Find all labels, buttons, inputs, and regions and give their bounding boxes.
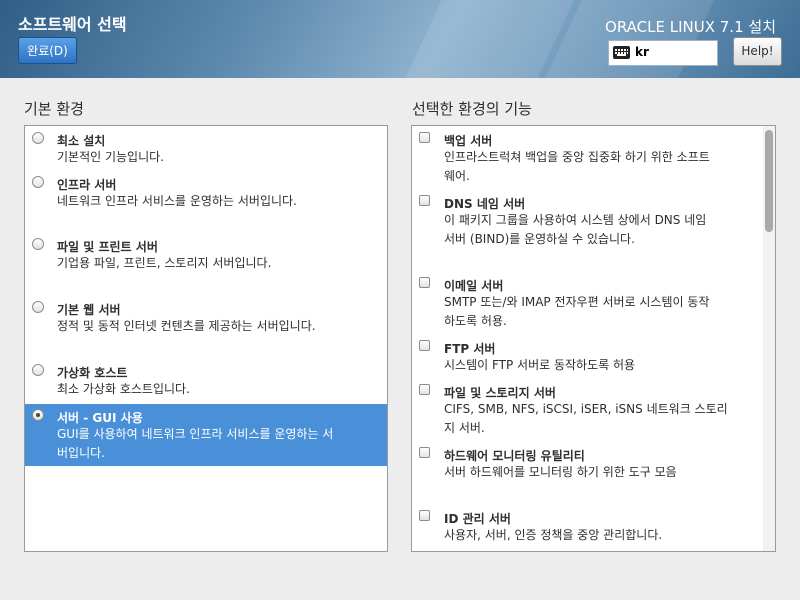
help-button[interactable]: Help! <box>733 37 782 66</box>
addon-item[interactable]: ID 관리 서버 사용자, 서버, 인증 정책을 중앙 관리합니다. <box>412 504 775 551</box>
radio-button[interactable] <box>32 238 44 250</box>
addon-name: 하드웨어 모니터링 유틸리티 <box>444 449 585 463</box>
page-title: 소프트웨어 선택 <box>18 15 127 34</box>
addon-name: 이메일 서버 <box>444 279 504 293</box>
keyboard-icon <box>613 46 630 59</box>
addon-desc: 서버 (BIND)를 운영하실 수 있습니다. <box>444 232 635 246</box>
addon-item[interactable]: DNS 네임 서버 이 패키지 그룹을 사용하여 시스템 상에서 DNS 네임 … <box>412 189 775 267</box>
environment-desc: 버입니다. <box>57 446 105 460</box>
addon-desc: 하도록 허용. <box>444 314 507 328</box>
environment-desc: 최소 가상화 호스트입니다. <box>57 382 190 396</box>
environment-desc: 기본적인 기능입니다. <box>57 150 164 164</box>
addon-desc: 지 서버. <box>444 421 485 435</box>
environment-item[interactable]: 최소 설치 기본적인 기능입니다. <box>25 126 387 170</box>
addon-item[interactable]: 파일 및 스토리지 서버 CIFS, SMB, NFS, iSCSI, iSER… <box>412 378 775 440</box>
environment-desc: 네트워크 인프라 서비스를 운영하는 서버입니다. <box>57 194 297 208</box>
addon-name: 파일 및 스토리지 서버 <box>444 386 556 400</box>
addon-desc: 웨어. <box>444 169 470 183</box>
addon-checkbox[interactable] <box>419 510 430 521</box>
environment-name: 인프라 서버 <box>57 178 117 192</box>
addon-desc: 사용자, 서버, 인증 정책을 중앙 관리합니다. <box>444 528 663 542</box>
scrollbar-thumb[interactable] <box>765 130 773 232</box>
environment-item[interactable]: 파일 및 프린트 서버 기업용 파일, 프린트, 스토리지 서버입니다. <box>25 232 387 294</box>
addon-item[interactable]: 백업 서버 인프라스트럭쳐 백업을 중앙 집중화 하기 위한 소프트 웨어. <box>412 126 775 188</box>
keyboard-layout-indicator[interactable]: kr <box>608 40 718 66</box>
radio-button[interactable] <box>32 301 44 313</box>
addon-checkbox[interactable] <box>419 195 430 206</box>
radio-button-selected[interactable] <box>32 409 44 421</box>
environment-name: 파일 및 프린트 서버 <box>57 240 158 254</box>
header-decoration <box>383 0 577 78</box>
addon-desc: CIFS, SMB, NFS, iSCSI, iSER, iSNS 네트워크 스… <box>444 402 728 416</box>
radio-button[interactable] <box>32 364 44 376</box>
addon-name: FTP 서버 <box>444 342 496 356</box>
addon-name: DNS 네임 서버 <box>444 197 526 211</box>
environment-name: 최소 설치 <box>57 134 106 148</box>
addon-name: 백업 서버 <box>444 134 493 148</box>
addon-desc: 인프라스트럭쳐 백업을 중앙 집중화 하기 위한 소프트 <box>444 150 710 164</box>
addon-checkbox[interactable] <box>419 340 430 351</box>
addon-desc: 서버 하드웨어를 모니터링 하기 위한 도구 모음 <box>444 465 677 479</box>
environment-item-selected[interactable]: 서버 - GUI 사용 GUI를 사용하여 네트워크 인프라 서비스를 운영하는… <box>25 404 387 466</box>
environment-name: 가상화 호스트 <box>57 366 128 380</box>
addon-desc: 이 패키지 그룹을 사용하여 시스템 상에서 DNS 네임 <box>444 213 707 227</box>
environment-item[interactable]: 기본 웹 서버 정적 및 동적 인터넷 컨텐츠를 제공하는 서버입니다. <box>25 294 387 356</box>
environment-name: 기본 웹 서버 <box>57 303 121 317</box>
addon-desc: 시스템이 FTP 서버로 동작하도록 허용 <box>444 358 636 372</box>
addons-title: 선택한 환경의 기능 <box>412 100 532 118</box>
environment-item[interactable]: 가상화 호스트 최소 가상화 호스트입니다. <box>25 357 387 403</box>
done-button[interactable]: 완료(D) <box>18 37 77 64</box>
base-environment-title: 기본 환경 <box>24 100 84 118</box>
keyboard-layout-label: kr <box>635 45 649 59</box>
environment-desc: 기업용 파일, 프린트, 스토리지 서버입니다. <box>57 256 272 270</box>
environment-item[interactable]: 인프라 서버 네트워크 인프라 서비스를 운영하는 서버입니다. <box>25 170 387 232</box>
addon-checkbox[interactable] <box>419 384 430 395</box>
addons-scrollbar[interactable] <box>763 126 775 551</box>
addon-name: ID 관리 서버 <box>444 512 511 526</box>
addon-item[interactable]: 이메일 서버 SMTP 또는/와 IMAP 전자우편 서버로 시스템이 동작 하… <box>412 271 775 333</box>
header-bar: 소프트웨어 선택 완료(D) ORACLE LINUX 7.1 설치 kr He… <box>0 0 800 78</box>
radio-button[interactable] <box>32 176 44 188</box>
addon-checkbox[interactable] <box>419 132 430 143</box>
addon-item[interactable]: 하드웨어 모니터링 유틸리티 서버 하드웨어를 모니터링 하기 위한 도구 모음 <box>412 441 775 503</box>
environment-name: 서버 - GUI 사용 <box>57 411 143 425</box>
addons-list: 백업 서버 인프라스트럭쳐 백업을 중앙 집중화 하기 위한 소프트 웨어. D… <box>411 125 776 552</box>
product-title: ORACLE LINUX 7.1 설치 <box>605 18 776 36</box>
base-environment-list: 최소 설치 기본적인 기능입니다. 인프라 서버 네트워크 인프라 서비스를 운… <box>24 125 388 552</box>
addon-checkbox[interactable] <box>419 277 430 288</box>
environment-desc: 정적 및 동적 인터넷 컨텐츠를 제공하는 서버입니다. <box>57 319 316 333</box>
addon-item[interactable]: FTP 서버 시스템이 FTP 서버로 동작하도록 허용 <box>412 334 775 378</box>
addon-checkbox[interactable] <box>419 447 430 458</box>
addon-desc: SMTP 또는/와 IMAP 전자우편 서버로 시스템이 동작 <box>444 295 710 309</box>
radio-button[interactable] <box>32 132 44 144</box>
environment-desc: GUI를 사용하여 네트워크 인프라 서비스를 운영하는 서 <box>57 427 334 441</box>
